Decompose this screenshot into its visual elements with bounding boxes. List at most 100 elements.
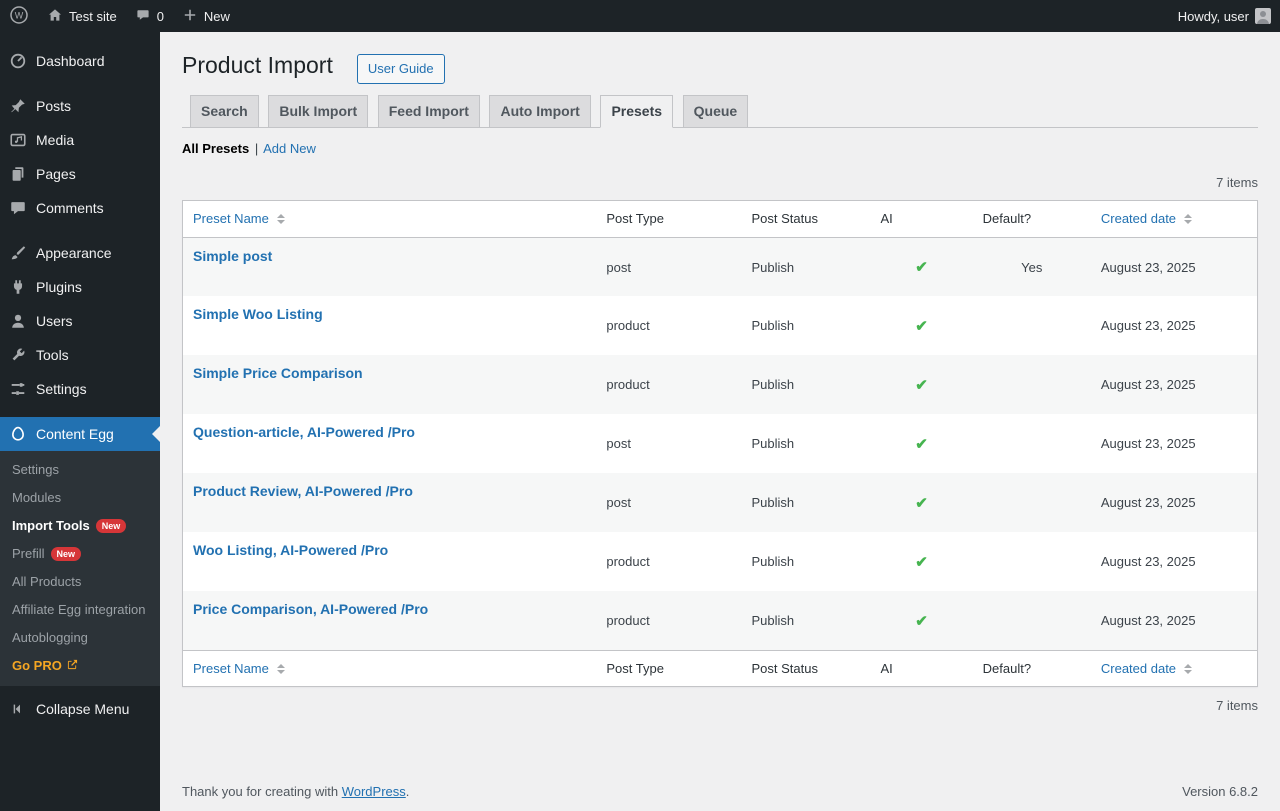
tab-bulk-import[interactable]: Bulk Import — [268, 94, 369, 129]
sidebar-item-label: Plugins — [36, 279, 82, 295]
sidebar-item-label: Media — [36, 132, 75, 148]
preset-name-link[interactable]: Simple Price Comparison — [193, 365, 363, 381]
ai-check-cell: ✔ — [915, 435, 928, 453]
wordpress-footer-link[interactable]: WordPress — [342, 784, 406, 799]
table-row: Simple Price Comparison product Publish … — [182, 355, 1258, 415]
sidebar-item-plugins[interactable]: Plugins — [0, 270, 160, 304]
sidebar-item-media[interactable]: Media — [0, 123, 160, 157]
sort-indicator-icon — [276, 214, 285, 225]
submenu-item-prefill[interactable]: Prefill New — [0, 540, 160, 568]
comments-bubble-icon — [135, 7, 151, 26]
post-type-cell: post — [606, 495, 631, 511]
main-content: Product Import User Guide Search Bulk Im… — [160, 32, 1280, 811]
footer-default: Default? — [972, 649, 1091, 687]
preset-name-link[interactable]: Product Review, AI-Powered /Pro — [193, 483, 413, 499]
submenu-label: All Products — [12, 574, 82, 589]
sidebar-item-label: Pages — [36, 166, 76, 182]
created-date-cell: August 23, 2025 — [1100, 554, 1196, 570]
table-footer: Preset Name Post Type Post Status AI Def… — [182, 649, 1258, 687]
preset-name-link[interactable]: Price Comparison, AI-Powered /Pro — [193, 601, 428, 617]
tab-auto-import[interactable]: Auto Import — [489, 94, 591, 129]
header-label: Preset Name — [193, 660, 269, 676]
sort-preset-name-footer[interactable]: Preset Name — [193, 659, 285, 679]
sidebar-item-comments[interactable]: Comments — [0, 191, 160, 225]
submenu-item-all-products[interactable]: All Products — [0, 568, 160, 596]
header-post-status: Post Status — [741, 200, 871, 238]
admin-footer: Thank you for creating with WordPress. V… — [160, 774, 1280, 811]
sidebar-item-label: Appearance — [36, 245, 112, 261]
tab-presets[interactable]: Presets — [600, 94, 674, 129]
sidebar-item-content-egg[interactable]: Content Egg — [0, 417, 160, 451]
footer-period: . — [405, 784, 410, 799]
sidebar-item-label: Settings — [36, 381, 87, 397]
tab-feed-import[interactable]: Feed Import — [377, 94, 480, 129]
submenu-item-import-tools[interactable]: Import Tools New — [0, 512, 160, 540]
comments-menu[interactable]: 0 — [126, 0, 173, 32]
sort-preset-name-header[interactable]: Preset Name — [193, 209, 285, 229]
sort-created-date-header[interactable]: Created date — [1101, 209, 1193, 229]
preset-name-link[interactable]: Simple post — [193, 248, 272, 264]
add-new-link[interactable]: Add New — [263, 141, 316, 156]
appearance-icon — [8, 243, 28, 263]
submenu-item-go-pro[interactable]: Go PRO — [0, 652, 160, 680]
admin-sidebar: Dashboard Posts Media Pages Comments App… — [0, 32, 160, 811]
preset-name-link[interactable]: Question-article, AI-Powered /Pro — [193, 424, 415, 440]
avatar — [1255, 8, 1271, 24]
tab-search[interactable]: Search — [190, 94, 259, 129]
sidebar-item-posts[interactable]: Posts — [0, 89, 160, 123]
sort-indicator-icon — [1184, 214, 1193, 225]
default-cell — [973, 532, 1091, 591]
content-egg-icon — [8, 424, 28, 444]
post-status-cell: Publish — [751, 318, 795, 334]
sort-indicator-icon — [276, 663, 285, 674]
content-egg-submenu: Settings Modules Import Tools New Prefil… — [0, 451, 160, 686]
submenu-item-modules[interactable]: Modules — [0, 484, 160, 512]
collapse-menu-button[interactable]: Collapse Menu — [0, 692, 160, 726]
sidebar-item-users[interactable]: Users — [0, 304, 160, 338]
sort-created-date-footer[interactable]: Created date — [1101, 659, 1193, 679]
sidebar-item-settings[interactable]: Settings — [0, 372, 160, 406]
post-status-cell: Publish — [751, 259, 795, 275]
submenu-item-settings[interactable]: Settings — [0, 456, 160, 484]
table-header: Preset Name Post Type Post Status AI Def… — [182, 200, 1258, 238]
posts-icon — [8, 96, 28, 116]
sidebar-item-dashboard[interactable]: Dashboard — [0, 44, 160, 78]
admin-bar: W Test site 0 New Howdy, user — [0, 0, 1280, 32]
filter-all-presets-link[interactable]: All Presets — [182, 141, 249, 156]
tab-queue[interactable]: Queue — [682, 94, 749, 129]
site-name-menu[interactable]: Test site — [38, 0, 126, 32]
sidebar-item-tools[interactable]: Tools — [0, 338, 160, 372]
wordpress-logo-icon: W — [9, 5, 29, 28]
submenu-item-autoblogging[interactable]: Autoblogging — [0, 624, 160, 652]
comments-count: 0 — [156, 8, 164, 24]
created-date-cell: August 23, 2025 — [1100, 495, 1196, 511]
wordpress-logo-button[interactable]: W — [0, 0, 38, 32]
new-content-menu[interactable]: New — [173, 0, 239, 32]
tools-icon — [8, 345, 28, 365]
ai-check-cell: ✔ — [915, 317, 928, 335]
submenu-label: Settings — [12, 462, 59, 477]
external-link-icon — [62, 658, 78, 674]
preset-name-link[interactable]: Simple Woo Listing — [193, 306, 323, 322]
user-guide-button[interactable]: User Guide — [356, 54, 445, 85]
sidebar-item-pages[interactable]: Pages — [0, 157, 160, 191]
default-cell — [973, 473, 1091, 532]
footer-thank-you: Thank you for creating with WordPress. — [182, 784, 409, 799]
default-cell — [973, 591, 1091, 650]
sidebar-item-appearance[interactable]: Appearance — [0, 236, 160, 270]
sidebar-item-label: Tools — [36, 347, 69, 363]
submenu-item-affiliate-egg-integration[interactable]: Affiliate Egg integration — [0, 596, 160, 624]
created-date-cell: August 23, 2025 — [1100, 613, 1196, 629]
header-post-type: Post Type — [596, 200, 742, 238]
new-label: New — [203, 8, 230, 24]
users-icon — [8, 311, 28, 331]
post-type-cell: product — [606, 377, 650, 393]
preset-name-link[interactable]: Woo Listing, AI-Powered /Pro — [193, 542, 388, 558]
header-label: Preset Name — [193, 211, 269, 227]
presets-table: Preset Name Post Type Post Status AI Def… — [182, 200, 1258, 688]
site-name-label: Test site — [69, 8, 117, 24]
table-row: Question-article, AI-Powered /Pro post P… — [183, 414, 1258, 473]
account-menu[interactable]: Howdy, user — [1169, 0, 1280, 32]
media-icon — [8, 130, 28, 150]
menu-separator — [0, 406, 160, 417]
